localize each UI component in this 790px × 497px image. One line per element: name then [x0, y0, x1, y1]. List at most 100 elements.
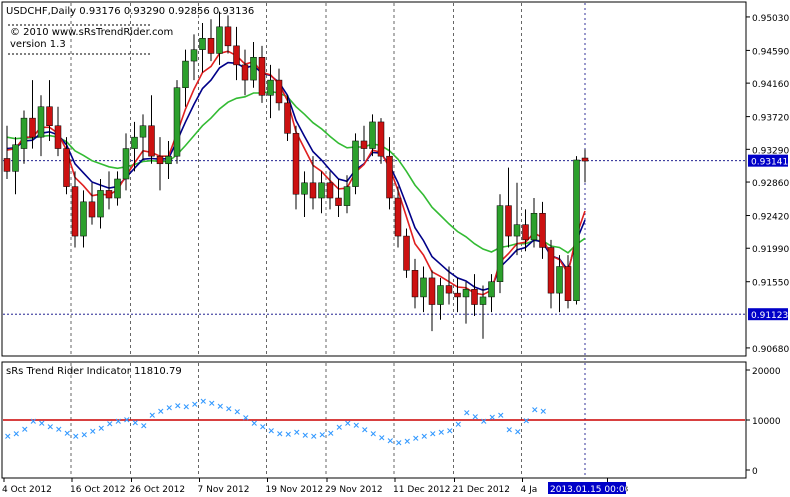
indicator-point: ×	[310, 432, 318, 442]
price-tick-label: 0.93720	[752, 114, 789, 124]
grid-lines	[3, 3, 745, 478]
version-text: version 1.3	[10, 39, 66, 50]
bear-candle-body	[539, 212, 546, 248]
indicator-point: ×	[259, 423, 267, 433]
price-tick-label: 0.94160	[752, 80, 789, 90]
bull-candle-body	[420, 277, 427, 298]
indicator-point: ×	[38, 419, 46, 429]
time-axis-label: 26 Oct 2012	[130, 485, 186, 495]
bear-candle-body	[547, 247, 555, 294]
indicator-point: ×	[21, 425, 29, 435]
bear-candle-body	[233, 45, 240, 66]
indicator-point: ×	[455, 420, 463, 430]
time-axis-label: 16 Oct 2012	[70, 485, 126, 495]
bear-candle-body	[505, 205, 512, 237]
time-axis-label: 19 Nov 2012	[266, 485, 324, 495]
symbol-info: USDCHF,Daily 0.93176 0.93290 0.92856 0.9…	[6, 6, 254, 17]
bear-candle-body	[292, 133, 300, 195]
bear-candle-body	[522, 224, 529, 241]
bull-candle-body	[437, 285, 444, 305]
indicator-point: ×	[404, 437, 412, 447]
bull-candle-body	[530, 212, 538, 241]
bull-candle-body	[80, 201, 87, 237]
price-tag-label: 0.93141	[751, 158, 788, 168]
time-axis-label: 4 Oct 2012	[2, 485, 52, 495]
bear-candle-body	[471, 289, 478, 305]
bull-candle-body	[573, 159, 580, 301]
bull-candle-body	[114, 178, 121, 199]
bear-candle-body	[63, 148, 70, 187]
bull-candle-body	[301, 182, 308, 195]
indicator-point: ×	[276, 430, 284, 440]
indicator-point: ×	[370, 430, 378, 440]
indicator-point: ×	[106, 420, 114, 430]
bull-candle-body	[173, 87, 181, 157]
bear-candle-body	[360, 140, 368, 149]
price-tick-label: 0.92860	[752, 179, 789, 189]
low-tag-label: 0.91123	[751, 311, 788, 321]
indicator-point: ×	[234, 408, 242, 418]
bull-candle-body	[97, 190, 104, 218]
time-axis-label: 21 Dec 2012	[453, 485, 511, 495]
time-axis-label: 7 Nov 2012	[198, 485, 250, 495]
bear-candle-body	[326, 182, 334, 199]
cursor-date-label: 2013.01.15 00:00	[550, 485, 631, 495]
bear-candle-body	[258, 57, 266, 96]
indicator-point: ×	[13, 430, 21, 440]
price-tick-label: 0.92420	[752, 213, 789, 223]
indicator-point: ×	[480, 417, 488, 427]
price-tick-label: 0.91550	[752, 279, 789, 289]
indicator-point: ×	[115, 417, 123, 427]
indicator-point: ×	[353, 421, 361, 431]
usdchf-candlestick-chart[interactable]: × × ×× × × × × × × × × × × × × ×× × × × × × × × × × ××× × × × × × × × × ××…	[0, 0, 790, 497]
bear-candle-body	[284, 102, 291, 134]
bear-candle-body	[564, 266, 572, 301]
indicator-point: ×	[268, 427, 276, 437]
indicator-point: ×	[387, 437, 395, 447]
bear-candle-body	[71, 186, 79, 237]
bear-candle-body	[46, 106, 53, 126]
indicator-point: ×	[89, 427, 97, 437]
bull-candle-body	[199, 37, 206, 50]
indicator-tick-label: 0	[752, 467, 758, 477]
indicator-point: ×	[531, 406, 539, 416]
bear-candle-body	[581, 157, 589, 162]
main-plot-frame	[1, 1, 747, 357]
bull-candle-body	[343, 186, 351, 206]
indicator-point: ×	[429, 430, 437, 440]
candles	[3, 11, 589, 339]
bull-candle-body	[139, 125, 147, 138]
price-tick-label: 0.95030	[752, 14, 789, 24]
indicator-point: ×	[302, 431, 310, 441]
bear-candle-body	[377, 121, 385, 157]
indicator-point: ×	[30, 417, 38, 427]
indicator-point: ×	[81, 431, 89, 441]
price-tick-label: 0.94590	[752, 47, 789, 57]
indicator-point: ×	[438, 428, 446, 438]
indicator-point: ×	[191, 400, 199, 410]
indicator-point: ×	[98, 424, 106, 434]
indicator-point: ×	[506, 426, 514, 436]
bull-candle-body	[462, 289, 470, 298]
bear-candle-body	[428, 277, 436, 305]
indicator-point: ×	[540, 407, 548, 417]
bear-candle-body	[88, 201, 96, 218]
copyright-text: © 2010 www.sRsTrendRider.com	[10, 27, 173, 38]
indicator-point: ×	[327, 429, 335, 439]
indicator-point: ×	[123, 416, 131, 426]
bull-candle-body	[267, 79, 274, 96]
indicator-point: ×	[217, 402, 225, 412]
indicator-point: ×	[293, 428, 301, 438]
bear-candle-body	[403, 235, 410, 271]
bear-candle-body	[411, 270, 419, 298]
indicator-point: ×	[497, 411, 505, 421]
time-axis-label: 11 Dec 2012	[393, 485, 451, 495]
bull-candle-body	[250, 57, 257, 81]
price-tick-label: 0.90680	[752, 345, 789, 355]
bear-candle-body	[54, 125, 62, 149]
indicator-point: ×	[72, 432, 80, 442]
indicator-point: ×	[251, 419, 259, 429]
bear-candle-body	[275, 79, 283, 104]
indicator-tick-label: 20000	[752, 367, 781, 377]
chart-window[interactable]: × × × × × × × × × × × × × × × × × × × × × × × × × × × × × × × × × × × × × × × ×…	[0, 0, 790, 497]
